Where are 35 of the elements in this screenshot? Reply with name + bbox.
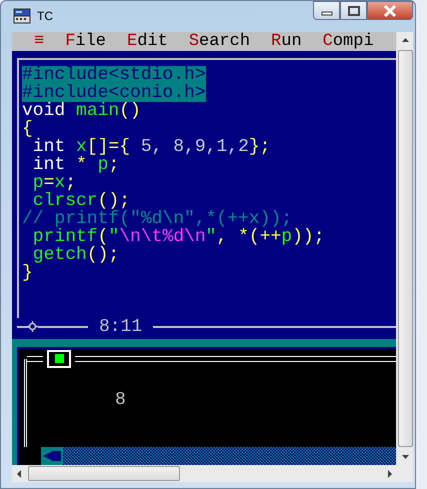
code-line: int * p; <box>32 156 120 174</box>
menu-item[interactable]: Edit <box>127 32 168 51</box>
scroll-thumb[interactable] <box>398 50 413 448</box>
menu-item[interactable]: Run <box>271 32 302 51</box>
scroll-thumb[interactable] <box>28 466 180 482</box>
code-line: } <box>22 264 33 282</box>
menu-item[interactable]: Search <box>188 32 250 51</box>
maximize-button[interactable] <box>340 1 367 20</box>
down-arrow-icon <box>402 455 409 460</box>
app-icon <box>13 8 31 24</box>
system-menu[interactable]: ≡ <box>34 32 44 51</box>
minimize-button[interactable] <box>313 1 340 20</box>
menu-item[interactable]: Compi <box>322 32 374 51</box>
code-line: void main() <box>22 102 141 120</box>
code-line: // printf("%d\n",*(++x)); <box>22 210 292 228</box>
code-line: clrscr(); <box>32 192 130 210</box>
output-text: 8 <box>115 390 126 409</box>
maximize-icon <box>348 6 360 16</box>
left-arrow-icon <box>17 470 21 478</box>
close-box[interactable] <box>47 350 71 368</box>
code-line: { <box>22 120 33 138</box>
close-button[interactable] <box>367 1 413 20</box>
code-line: printf("\n\t%d\n", *(++p)); <box>32 228 325 246</box>
code-line: int x[]={ 5, 8,9,1,2}; <box>32 138 270 156</box>
cursor-position: 8:11 <box>99 316 142 337</box>
horizontal-scrollbar[interactable] <box>12 465 413 482</box>
close-icon <box>383 4 397 16</box>
code-line: getch(); <box>32 246 120 264</box>
menu-item[interactable]: File <box>65 32 106 51</box>
right-arrow-icon <box>388 470 392 478</box>
vertical-scrollbar[interactable] <box>396 32 413 466</box>
output-scrollbar[interactable] <box>41 447 396 466</box>
up-arrow-icon <box>402 38 409 42</box>
code-line: p=x; <box>32 174 76 192</box>
window-title: TC <box>37 9 53 24</box>
